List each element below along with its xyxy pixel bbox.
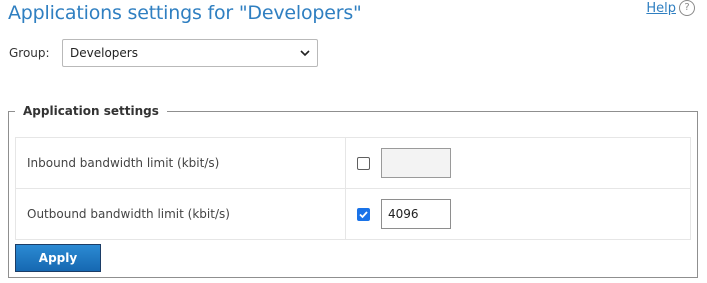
settings-table: Inbound bandwidth limit (kbit/s) Outboun… bbox=[15, 137, 691, 240]
group-select-value: Developers bbox=[70, 46, 138, 60]
outbound-bandwidth-checkbox[interactable] bbox=[357, 207, 370, 221]
apply-button[interactable]: Apply bbox=[15, 244, 101, 272]
page-title: Applications settings for "Developers" bbox=[8, 2, 362, 24]
outbound-bandwidth-label: Outbound bandwidth limit (kbit/s) bbox=[16, 189, 346, 239]
inbound-bandwidth-label: Inbound bandwidth limit (kbit/s) bbox=[16, 138, 346, 188]
help-link[interactable]: Help bbox=[646, 1, 676, 16]
application-settings-legend: Application settings bbox=[23, 104, 159, 118]
chevron-down-icon bbox=[300, 50, 310, 57]
application-settings-panel: Application settings Inbound bandwidth l… bbox=[8, 104, 698, 278]
inbound-bandwidth-row: Inbound bandwidth limit (kbit/s) bbox=[15, 138, 691, 189]
inbound-bandwidth-input[interactable] bbox=[381, 148, 451, 178]
outbound-bandwidth-controls: 4096 bbox=[346, 189, 690, 239]
group-select[interactable]: Developers bbox=[62, 39, 318, 67]
checkmark-icon bbox=[359, 210, 368, 218]
inbound-bandwidth-controls bbox=[346, 138, 690, 188]
help-area: Help ? bbox=[646, 0, 695, 16]
outbound-bandwidth-input[interactable]: 4096 bbox=[381, 199, 451, 229]
inbound-bandwidth-checkbox[interactable] bbox=[357, 156, 370, 170]
outbound-bandwidth-row: Outbound bandwidth limit (kbit/s) 4096 bbox=[15, 189, 691, 240]
help-icon[interactable]: ? bbox=[679, 0, 695, 16]
group-label: Group: bbox=[9, 46, 50, 60]
